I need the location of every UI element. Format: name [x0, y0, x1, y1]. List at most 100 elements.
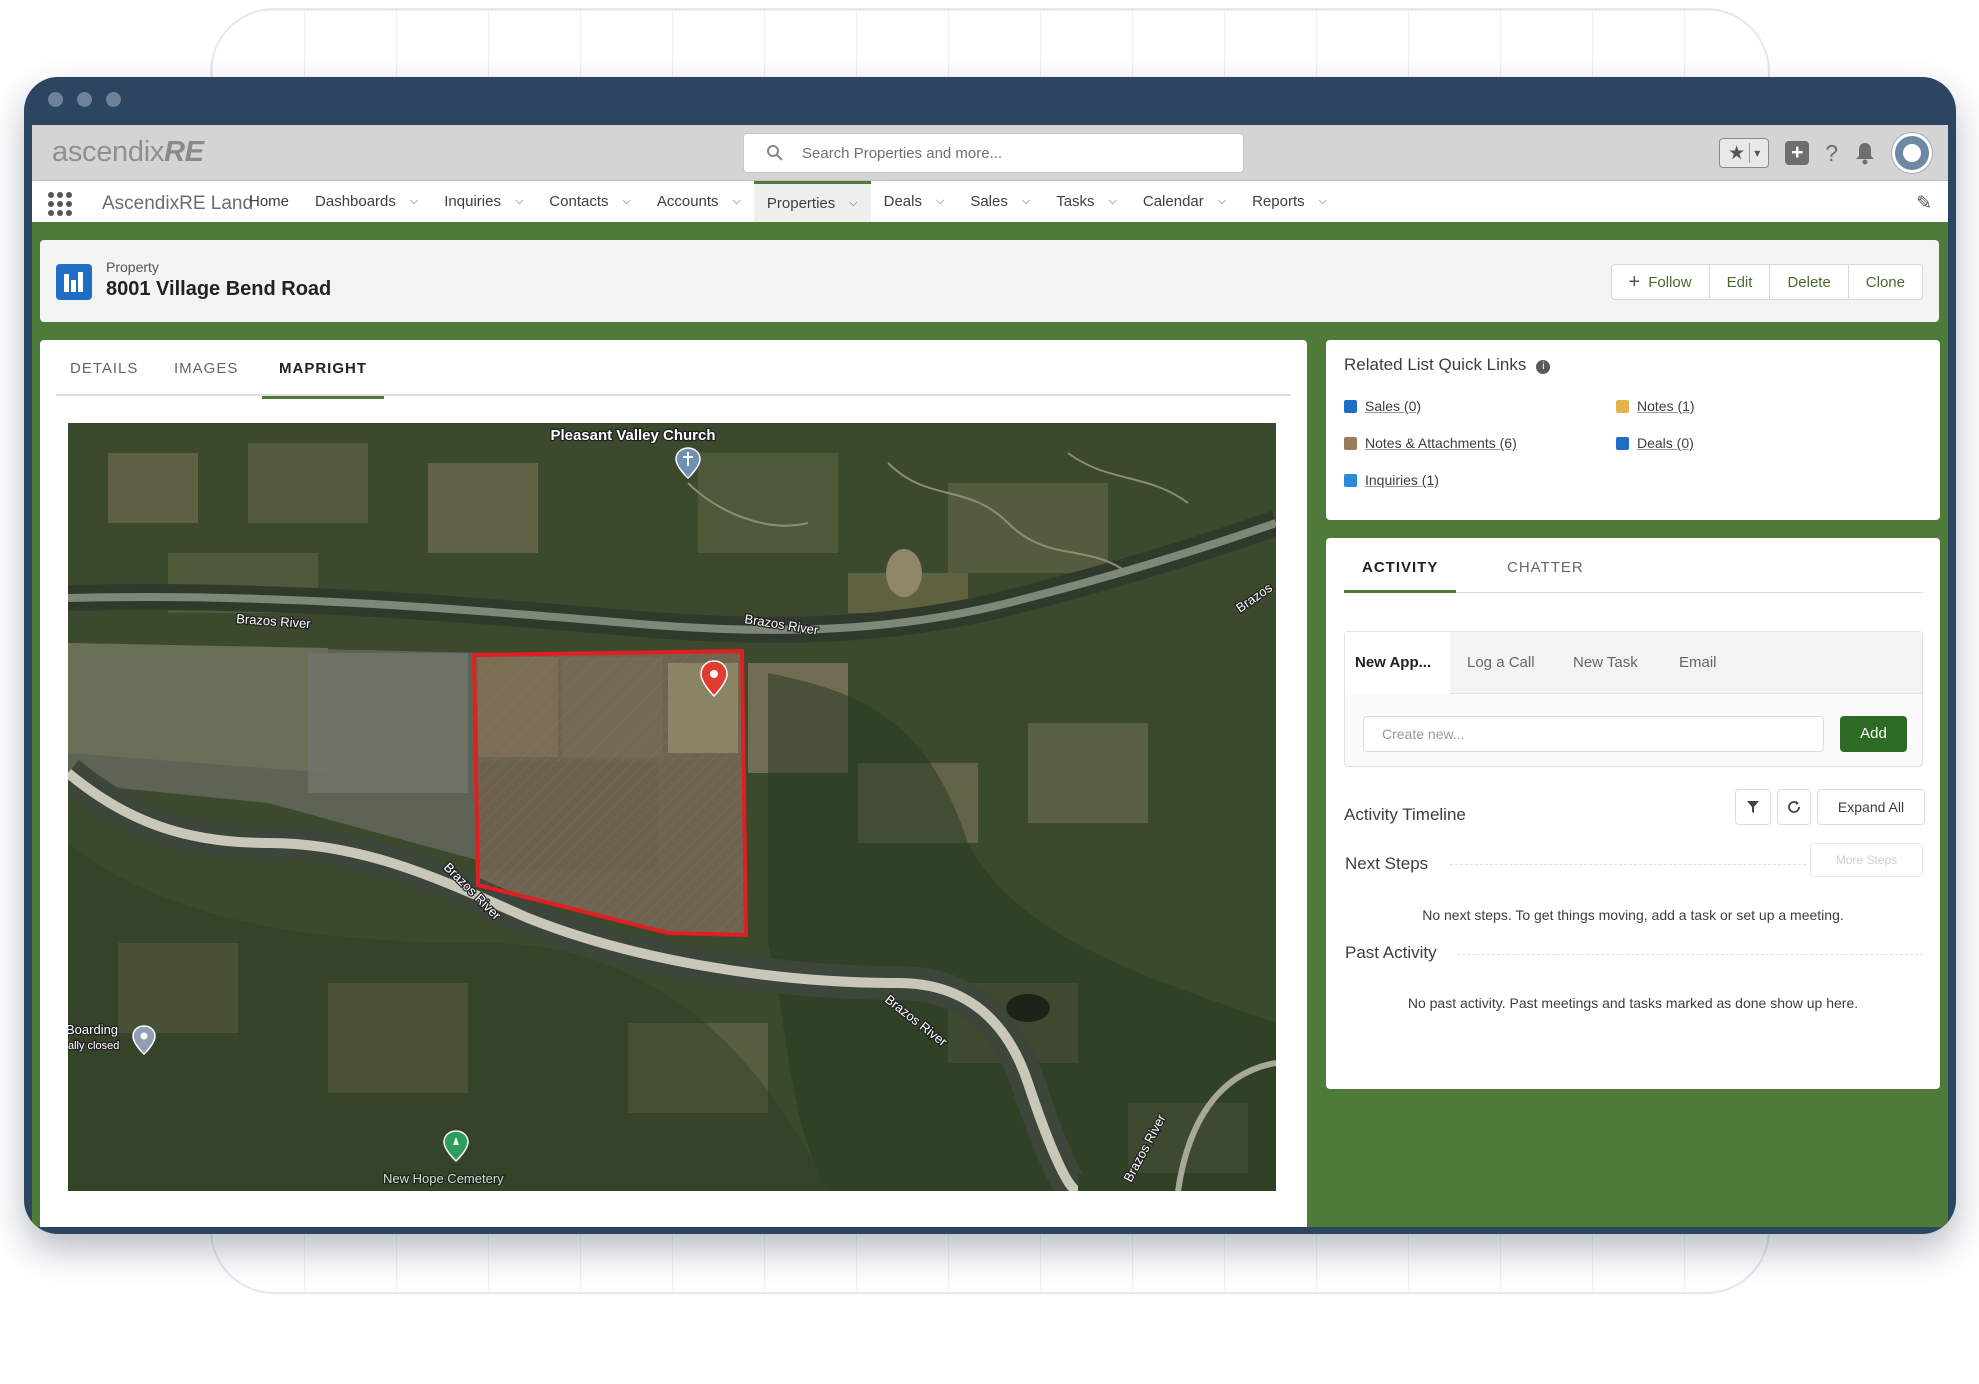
- mapright-map[interactable]: Pleasant Valley Church Brazos River Braz…: [68, 423, 1276, 1191]
- chevron-down-icon[interactable]: ⌵: [515, 195, 523, 208]
- nav-item-properties[interactable]: Properties ⌵: [753, 181, 871, 222]
- nav-item-contacts[interactable]: Contacts ⌵: [536, 181, 644, 222]
- quick-link-deals[interactable]: Deals (0): [1616, 435, 1694, 451]
- nav-items: Home Dashboards ⌵ Inquiries ⌵ Contacts ⌵ Accoun…: [236, 181, 1340, 222]
- star-icon: ★: [1728, 142, 1746, 164]
- nav-item-label: Contacts: [549, 193, 609, 210]
- help-icon[interactable]: ?: [1825, 140, 1838, 167]
- window-dot-minimize[interactable]: [77, 92, 92, 107]
- chevron-down-icon[interactable]: ⌵: [936, 195, 944, 208]
- logo-bold-text: RE: [164, 136, 204, 168]
- favorites-button[interactable]: ★ ▾: [1719, 138, 1770, 168]
- window-dot-close[interactable]: [48, 92, 63, 107]
- quick-links-title: Related List Quick Links: [1344, 355, 1527, 374]
- nav-item-home[interactable]: Home: [236, 181, 302, 222]
- tab-mapright[interactable]: MAPRIGHT: [262, 360, 384, 399]
- tab-activity[interactable]: ACTIVITY: [1344, 559, 1457, 593]
- edit-button[interactable]: Edit: [1708, 264, 1771, 300]
- delete-button[interactable]: Delete: [1769, 264, 1849, 300]
- global-actions-plus-icon[interactable]: +: [1785, 141, 1810, 165]
- map-label-boarding-status: ally closed: [68, 1040, 119, 1052]
- global-search-input[interactable]: Search Properties and more...: [743, 133, 1244, 173]
- publisher-tab-new-appointment[interactable]: New App...: [1345, 632, 1450, 694]
- quick-link-label: Sales (0): [1365, 398, 1422, 414]
- past-activity-divider: [1457, 954, 1923, 955]
- nav-item-calendar[interactable]: Calendar ⌵: [1130, 181, 1239, 222]
- notification-bell-icon[interactable]: [1854, 141, 1876, 165]
- window-controls: [48, 92, 121, 107]
- app-screen: ascendixRE Search Properties and more...…: [32, 125, 1948, 1227]
- app-launcher-icon[interactable]: [48, 192, 72, 216]
- record-main-panel: DETAILS IMAGES MAPRIGHT Pleasant Valley …: [40, 340, 1307, 1227]
- next-steps-empty-message: No next steps. To get things moving, add…: [1422, 907, 1844, 923]
- chevron-down-icon[interactable]: ⌵: [1109, 195, 1117, 208]
- edit-nav-pencil-icon[interactable]: ✎: [1916, 192, 1932, 215]
- nav-item-label: Properties: [766, 194, 836, 212]
- app-name: AscendixRE Land: [102, 193, 254, 214]
- quick-link-label: Notes & Attachments (6): [1365, 435, 1517, 451]
- activity-tabs: ACTIVITY CHATTER: [1344, 538, 1923, 593]
- header-utilities: ★ ▾ + ?: [1719, 133, 1932, 173]
- notes-icon: [1616, 399, 1629, 413]
- related-list-quick-links: Related List Quick Links i Sales (0) Note…: [1326, 340, 1940, 520]
- expand-all-button[interactable]: Expand All: [1817, 789, 1925, 825]
- past-activity-label: Past Activity: [1345, 943, 1437, 962]
- user-avatar[interactable]: [1892, 133, 1932, 173]
- record-tabs: DETAILS IMAGES MAPRIGHT: [56, 340, 1291, 399]
- follow-button[interactable]: + Follow: [1610, 264, 1710, 300]
- chevron-down-icon[interactable]: ⌵: [1218, 195, 1226, 208]
- map-label-cemetery: New Hope Cemetery: [383, 1171, 504, 1186]
- filter-icon[interactable]: [1735, 789, 1771, 825]
- tab-details[interactable]: DETAILS: [70, 360, 138, 377]
- sales-icon: [1344, 399, 1357, 413]
- app-navigation-bar: AscendixRE Land Home Dashboards ⌵ Inquiries…: [32, 181, 1948, 226]
- attachments-icon: [1344, 436, 1357, 450]
- property-building-icon: [56, 264, 92, 300]
- ascendix-logo[interactable]: ascendixRE: [52, 136, 204, 169]
- nav-item-label: Inquiries: [444, 193, 501, 210]
- refresh-icon[interactable]: [1777, 789, 1811, 825]
- chevron-down-icon[interactable]: ⌵: [1022, 195, 1030, 208]
- more-steps-button[interactable]: More Steps: [1810, 843, 1923, 877]
- nav-item-label: Reports: [1252, 193, 1305, 210]
- follow-label: Follow: [1648, 273, 1692, 291]
- map-label-boarding: Boarding: [68, 1022, 118, 1037]
- record-actions: + Follow Edit Delete Clone: [1610, 264, 1923, 300]
- quick-link-notes[interactable]: Notes (1): [1616, 398, 1695, 414]
- nav-item-label: Deals: [883, 193, 922, 210]
- nav-item-deals[interactable]: Deals ⌵: [871, 181, 958, 222]
- timeline-actions: Expand All: [1735, 789, 1925, 825]
- nav-item-reports[interactable]: Reports ⌵: [1239, 181, 1340, 222]
- tab-chatter[interactable]: CHATTER: [1507, 559, 1584, 576]
- nav-item-inquiries[interactable]: Inquiries ⌵: [431, 181, 536, 222]
- nav-item-dashboards[interactable]: Dashboards ⌵: [302, 181, 431, 222]
- nav-item-label: Calendar: [1142, 193, 1204, 210]
- window-dot-maximize[interactable]: [106, 92, 121, 107]
- quick-link-sales[interactable]: Sales (0): [1344, 398, 1421, 414]
- quick-link-inquiries[interactable]: Inquiries (1): [1344, 472, 1439, 488]
- nav-item-tasks[interactable]: Tasks ⌵: [1043, 181, 1130, 222]
- nav-item-accounts[interactable]: Accounts ⌵: [644, 181, 754, 222]
- deals-icon: [1616, 436, 1629, 450]
- nav-item-label: Sales: [970, 193, 1008, 210]
- nav-item-sales[interactable]: Sales ⌵: [957, 181, 1043, 222]
- publisher-tab-log-a-call[interactable]: Log a Call: [1467, 654, 1535, 671]
- chevron-down-icon[interactable]: ⌵: [1319, 195, 1327, 208]
- add-button[interactable]: Add: [1840, 716, 1907, 752]
- publisher-tabs: New App... Log a Call New Task Email: [1345, 632, 1922, 694]
- create-new-input[interactable]: Create new...: [1363, 716, 1824, 752]
- chevron-down-icon[interactable]: ⌵: [733, 195, 741, 208]
- satellite-map[interactable]: Pleasant Valley Church Brazos River Braz…: [68, 423, 1276, 1191]
- tab-images[interactable]: IMAGES: [174, 360, 238, 377]
- map-label-church: Pleasant Valley Church: [550, 427, 715, 444]
- search-placeholder: Search Properties and more...: [802, 145, 1003, 162]
- clone-button[interactable]: Clone: [1847, 264, 1923, 300]
- inquiries-icon: [1344, 473, 1357, 487]
- publisher-tab-email[interactable]: Email: [1679, 654, 1717, 671]
- info-icon[interactable]: i: [1536, 360, 1551, 374]
- chevron-down-icon[interactable]: ⌵: [410, 195, 418, 208]
- quick-link-notes-attachments[interactable]: Notes & Attachments (6): [1344, 435, 1517, 451]
- publisher-tab-new-task[interactable]: New Task: [1573, 654, 1638, 671]
- chevron-down-icon[interactable]: ⌵: [623, 195, 631, 208]
- chevron-down-icon[interactable]: ⌵: [849, 197, 857, 210]
